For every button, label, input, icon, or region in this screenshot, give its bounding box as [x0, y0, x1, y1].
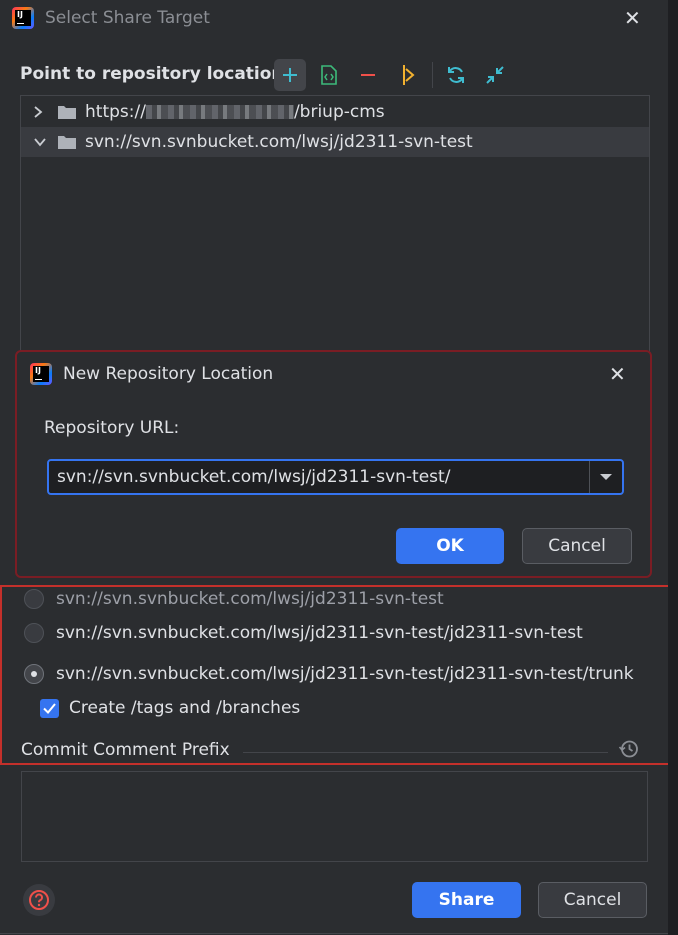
- cancel-button[interactable]: Cancel: [538, 882, 647, 918]
- remove-location-button[interactable]: [352, 59, 384, 91]
- branch-icon: [403, 65, 415, 85]
- background-strip: [668, 0, 678, 935]
- redacted-host: [145, 105, 294, 119]
- tree-item-suffix: /briup-cms: [293, 102, 385, 122]
- help-button[interactable]: [23, 884, 55, 916]
- collapse-icon: [486, 66, 504, 84]
- commit-comment-input[interactable]: [21, 771, 648, 862]
- branch-button[interactable]: [391, 59, 423, 91]
- toolbar-label: Point to repository location: [20, 64, 284, 84]
- add-location-button[interactable]: [274, 59, 306, 91]
- repository-tree[interactable]: https:// /briup-cms svn://svn.svnbucket.…: [20, 95, 650, 352]
- window-title: Select Share Target: [45, 8, 210, 28]
- ok-button[interactable]: OK: [396, 528, 504, 564]
- refresh-button[interactable]: [440, 59, 472, 91]
- tree-item-prefix: https://: [85, 102, 146, 122]
- help-icon: [29, 890, 49, 910]
- dialog-window: IJ Select Share Target ✕ Point to reposi…: [0, 0, 669, 934]
- intellij-logo-icon: IJ: [30, 363, 52, 385]
- repository-url-input[interactable]: svn://svn.svnbucket.com/lwsj/jd2311-svn-…: [47, 459, 624, 495]
- minus-icon: [361, 74, 375, 76]
- tree-item-label: svn://svn.svnbucket.com/lwsj/jd2311-svn-…: [85, 132, 473, 152]
- new-repository-dialog: IJ New Repository Location ✕ Repository …: [15, 350, 652, 578]
- refresh-icon: [448, 67, 464, 83]
- highlight-box: [0, 585, 678, 765]
- collapse-all-button[interactable]: [479, 59, 511, 91]
- modal-cancel-button[interactable]: Cancel: [522, 528, 632, 564]
- repository-url-label: Repository URL:: [44, 418, 180, 438]
- plus-icon: [283, 68, 297, 82]
- tree-row-selected[interactable]: svn://svn.svnbucket.com/lwsj/jd2311-svn-…: [21, 127, 649, 157]
- modal-close-icon[interactable]: ✕: [609, 362, 626, 386]
- share-button[interactable]: Share: [412, 882, 521, 918]
- modal-title: New Repository Location: [63, 364, 274, 384]
- intellij-logo-icon: IJ: [12, 7, 34, 29]
- file-code-icon: [321, 65, 337, 85]
- chevron-right-icon[interactable]: [33, 105, 47, 119]
- folder-icon: [58, 106, 76, 119]
- tree-row[interactable]: https:// /briup-cms: [21, 97, 649, 127]
- title-bar: IJ Select Share Target ✕: [0, 0, 668, 38]
- close-icon[interactable]: ✕: [624, 6, 641, 30]
- dropdown-arrow-icon[interactable]: [590, 461, 622, 493]
- chevron-down-icon[interactable]: [33, 137, 47, 147]
- edit-location-button[interactable]: [313, 59, 345, 91]
- toolbar-separator: [432, 62, 433, 88]
- repository-url-value[interactable]: svn://svn.svnbucket.com/lwsj/jd2311-svn-…: [57, 467, 450, 487]
- folder-icon: [58, 136, 76, 149]
